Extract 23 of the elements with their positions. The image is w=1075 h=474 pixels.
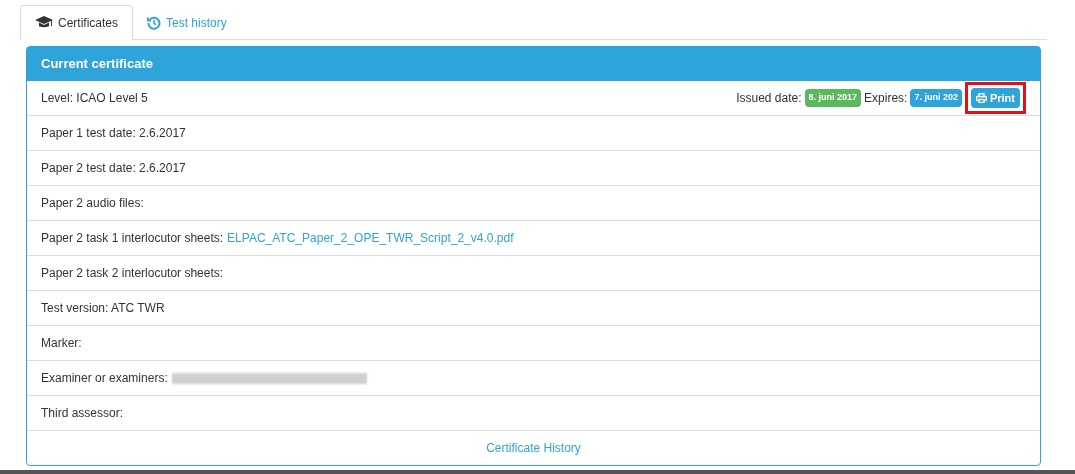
field-label: Marker: [41,335,82,352]
graduation-cap-icon [35,16,53,29]
expires-label: Expires: [864,90,908,107]
printer-icon [975,93,987,103]
field-label: Paper 1 test date: 2.6.2017 [41,125,186,142]
file-link[interactable]: ELPAC_ATC_Paper_2_OPE_TWR_Script_2_v4.0.pdf [227,229,514,247]
field-label: Paper 2 task 2 interlocutor sheets: [41,265,224,282]
issued-label: Issued date: [736,90,802,107]
print-button[interactable]: Print [970,87,1020,109]
field-label: Test version: ATC TWR [41,300,165,317]
field-label: Paper 2 audio files: [41,195,144,212]
tab[interactable]: Test history [133,5,241,40]
certificate-history-link[interactable]: Certificate History [486,439,581,457]
field-label: Paper 2 task 1 interlocutor sheets: [41,230,224,247]
history-icon [147,15,162,30]
field-label: Examiner or examiners: [41,370,168,387]
field-label: Third assessor: [41,405,124,422]
field-label: Paper 2 test date: 2.6.2017 [41,160,186,177]
panel-title: Current certificate [41,55,153,74]
expires-date-badge: 7. juni 202 [910,89,962,107]
tab[interactable]: Certificates [20,5,134,40]
level-text: Level: ICAO Level 5 [41,90,148,107]
issued-date-badge: 8. juni 2017 [804,89,862,107]
